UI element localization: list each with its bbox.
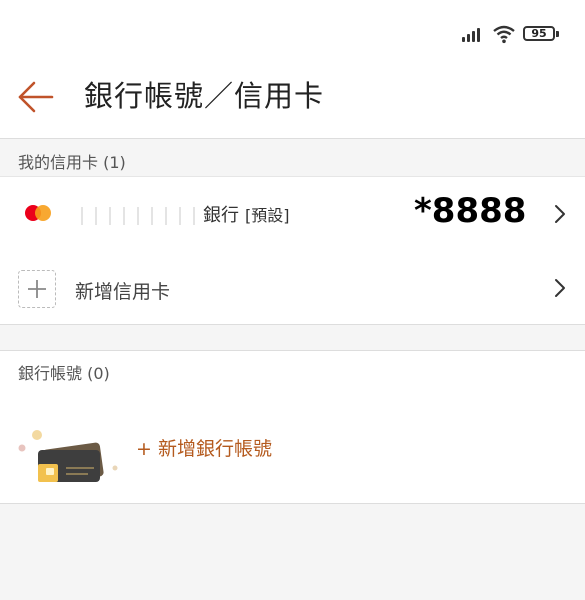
bank-name-text: 銀行 (203, 205, 239, 226)
add-credit-card-row[interactable]: 新增信用卡 (0, 251, 585, 325)
signal-icon (462, 26, 484, 42)
bank-account-section-label: 銀行帳號 (0) (18, 364, 110, 383)
credit-card-section-header: 我的信用卡 (1) (0, 140, 585, 176)
credit-card-bank-name: 銀行 [預設] (75, 201, 290, 227)
wifi-icon (493, 25, 515, 44)
card-number: *8888 (414, 191, 527, 231)
chevron-right-icon (555, 205, 565, 223)
app-header: 銀行帳號／信用卡 (0, 60, 585, 139)
add-icon-box (18, 270, 56, 308)
mastercard-icon (25, 205, 51, 221)
credit-card-item[interactable]: 銀行 [預設] *8888 (0, 176, 585, 252)
add-bank-account-link[interactable]: + 新增銀行帳號 (136, 434, 272, 461)
add-credit-card-label: 新增信用卡 (75, 281, 171, 303)
chevron-right-icon (555, 279, 565, 297)
battery-icon: 95 (523, 26, 555, 41)
default-tag: [預設] (245, 206, 290, 225)
battery-level: 95 (531, 27, 547, 40)
page-title: 銀行帳號／信用卡 (84, 79, 325, 113)
arrow-left-icon[interactable] (14, 74, 60, 120)
battery-tip (556, 31, 559, 37)
status-bar: 95 (0, 0, 585, 60)
redacted-bank-prefix (75, 207, 201, 225)
bank-card-illustration-icon (18, 430, 118, 482)
bank-account-section-header: 銀行帳號 (0) (0, 350, 585, 389)
credit-card-section-label: 我的信用卡 (1) (18, 153, 126, 172)
add-bank-account-row[interactable]: + 新增銀行帳號 (0, 388, 585, 504)
plus-icon (28, 280, 46, 298)
